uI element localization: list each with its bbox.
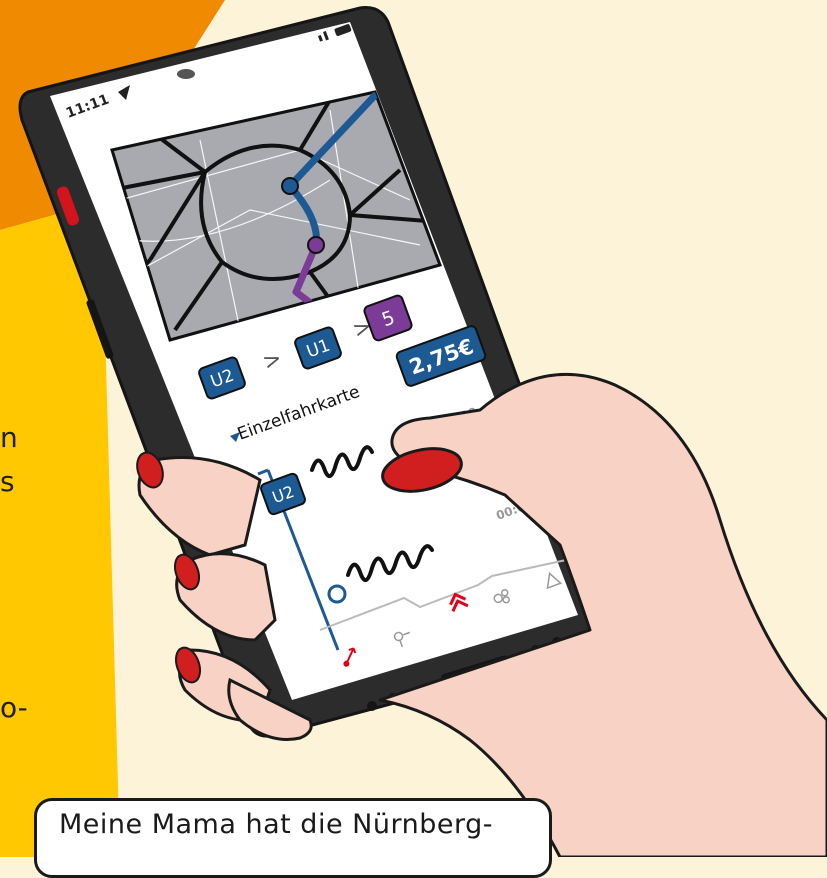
side-text-fragment: s — [0, 465, 15, 498]
station-marker — [281, 177, 299, 195]
speech-bubble: Meine Mama hat die Nürnberg- — [34, 798, 552, 878]
illustration: 11:11 U2 > U1 > 5 Einzelfahrkarte 2,75€ … — [0, 0, 827, 857]
caption-text: Meine Mama hat die Nürnberg- — [59, 809, 493, 840]
station-marker — [307, 236, 325, 254]
side-text-fragment: o- — [0, 691, 28, 724]
journey-stop-marker — [327, 584, 347, 604]
front-camera — [177, 69, 195, 79]
side-text-fragment: n — [0, 421, 18, 454]
